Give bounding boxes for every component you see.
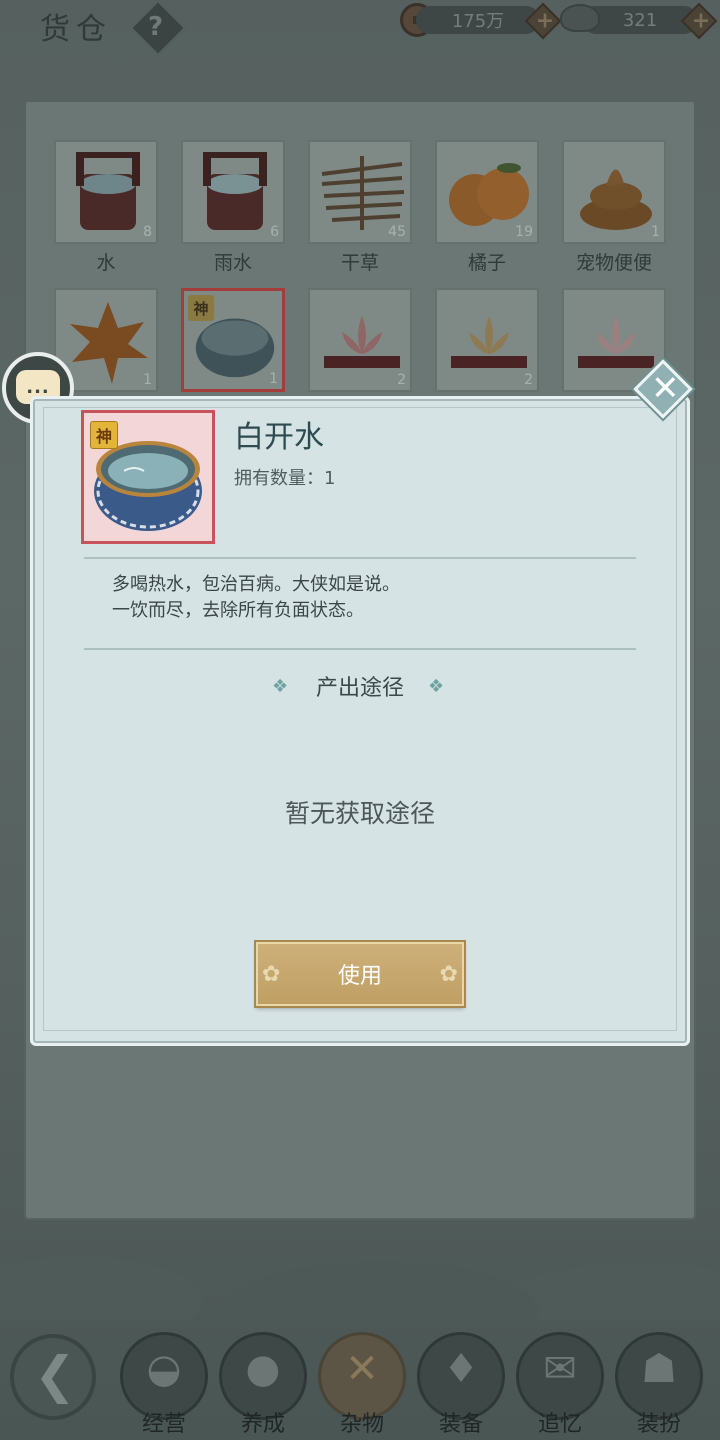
source-section-title: 产出途径 bbox=[315, 676, 404, 701]
no-source-text: 暂无获取途径 bbox=[284, 799, 435, 828]
inventory-slot-boiled-water[interactable]: 神 1 bbox=[181, 288, 285, 392]
nav-label: 养成 bbox=[240, 1412, 285, 1437]
divine-badge: 神 bbox=[188, 295, 214, 321]
silver-ingot-icon bbox=[560, 4, 600, 32]
item-count: 19 bbox=[515, 224, 533, 240]
letter-icon: ✉ bbox=[543, 1346, 577, 1392]
nav-label: 杂物 bbox=[339, 1412, 384, 1437]
item-count: 2 bbox=[397, 372, 406, 388]
nav-item-cultivate[interactable]: ● 养成 bbox=[219, 1332, 309, 1440]
nav-item-equipment[interactable]: ♦ 装备 bbox=[417, 1332, 507, 1440]
item-label: 干草 bbox=[340, 252, 379, 274]
nav-label: 经营 bbox=[141, 1412, 186, 1437]
flower-ornament-icon: ✿ bbox=[262, 962, 281, 987]
nav-item-misc[interactable]: ✕ 杂物 bbox=[318, 1332, 408, 1440]
pavilion-icon: ☗ bbox=[641, 1346, 677, 1392]
item-label: 橘子 bbox=[467, 252, 506, 274]
inventory-slot-pet-poop[interactable]: 1 bbox=[562, 140, 666, 244]
description-line-2: 一饮而尽，去除所有负面状态。 bbox=[112, 600, 364, 621]
back-button[interactable]: ❮ bbox=[10, 1334, 96, 1420]
plus-icon: + bbox=[535, 8, 555, 34]
item-count: 45 bbox=[388, 224, 406, 240]
item-description: 多喝热水，包治百病。大侠如是说。 一饮而尽，去除所有负面状态。 bbox=[112, 572, 400, 624]
inventory-slot-lotus[interactable]: 2 bbox=[308, 288, 412, 392]
inventory-slot-orange[interactable]: 19 bbox=[435, 140, 539, 244]
back-arrow-icon: ❮ bbox=[34, 1346, 76, 1404]
item-count: 1 bbox=[651, 224, 660, 240]
item-image-frame: 神 bbox=[81, 410, 215, 544]
item-count: 8 bbox=[143, 224, 152, 240]
nav-item-business[interactable]: ◒ 经营 bbox=[120, 1332, 210, 1440]
nav-label: 装扮 bbox=[636, 1412, 681, 1437]
bowl-icon: ◒ bbox=[146, 1346, 182, 1392]
use-button[interactable]: ✿ 使用 ✿ bbox=[256, 942, 464, 1006]
item-label: 宠物便便 bbox=[575, 252, 652, 274]
plus-icon: + bbox=[691, 8, 711, 34]
diamond-ornament-icon: ❖ bbox=[428, 676, 445, 697]
nav-label: 装备 bbox=[438, 1412, 483, 1437]
background-hills bbox=[0, 1180, 720, 1320]
item-count: 1 bbox=[143, 372, 152, 388]
item-label: 水 bbox=[96, 252, 116, 274]
item-quantity: 拥有数量：1 bbox=[234, 468, 336, 489]
inventory-slot-golden-lotus[interactable]: 2 bbox=[435, 288, 539, 392]
inventory-slot-hay[interactable]: 45 bbox=[308, 140, 412, 244]
item-label: 雨水 bbox=[213, 252, 252, 274]
item-count: 2 bbox=[524, 372, 533, 388]
nav-item-decorate[interactable]: ☗ 装扮 bbox=[615, 1332, 705, 1440]
use-button-label: 使用 bbox=[337, 964, 382, 989]
bottom-nav: ❮ ◒ 经营 ● 养成 ✕ 杂物 ♦ 装备 ✉ 追忆 ☗ 装扮 bbox=[0, 1320, 720, 1440]
close-icon: ✕ bbox=[651, 368, 680, 409]
nav-item-memories[interactable]: ✉ 追忆 bbox=[516, 1332, 606, 1440]
item-name: 白开水 bbox=[234, 420, 324, 455]
item-count: 6 bbox=[270, 224, 279, 240]
item-count: 1 bbox=[269, 371, 278, 387]
robe-icon: ♦ bbox=[443, 1346, 479, 1392]
page-title: 货仓 bbox=[40, 12, 112, 47]
help-icon: ? bbox=[148, 11, 164, 42]
coin-balance: 175万 bbox=[416, 6, 540, 34]
divider bbox=[84, 648, 636, 650]
flower-ornament-icon: ✿ bbox=[439, 962, 458, 987]
inventory-slot-water[interactable]: 8 bbox=[54, 140, 158, 244]
divider bbox=[84, 557, 636, 559]
divine-badge: 神 bbox=[90, 421, 118, 449]
coin-amount: 175万 bbox=[451, 11, 505, 32]
top-bar: 货仓 ? 175万 + 321 + bbox=[0, 0, 720, 57]
ingot-amount: 321 bbox=[622, 9, 658, 31]
nav-label: 追忆 bbox=[537, 1412, 582, 1437]
description-line-1: 多喝热水，包治百病。大侠如是说。 bbox=[112, 574, 400, 595]
bundle-icon: ✕ bbox=[345, 1346, 379, 1392]
pearl-icon: ● bbox=[245, 1346, 281, 1392]
inventory-slot-rainwater[interactable]: 6 bbox=[181, 140, 285, 244]
